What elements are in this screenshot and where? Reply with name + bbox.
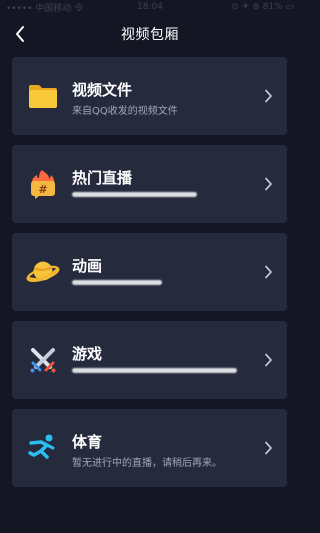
card-hot-live[interactable]: # 热门直播 [12,145,287,223]
card-animation[interactable]: 动画 [12,233,287,311]
back-button[interactable] [8,21,32,47]
card-subtitle: 暂无进行中的直播，请稍后再来。 [72,458,222,469]
folder-icon [26,79,60,113]
svg-text:#: # [38,183,47,196]
card-video-files[interactable]: 视频文件 来自QQ收发的视频文件 [12,57,287,135]
status-carrier: ••••• 中国移动 令 [6,3,84,14]
crossed-swords-icon [26,343,60,377]
chevron-right-icon [261,439,275,457]
redacted-subtitle [72,192,197,197]
status-time: 18:04 [137,2,163,12]
redacted-subtitle [72,368,237,373]
planet-icon [26,255,60,289]
card-games[interactable]: 游戏 [12,321,287,399]
page-title: 视频包厢 [121,27,179,43]
card-title: 体育 [72,433,103,451]
redacted-subtitle [72,280,162,285]
chevron-right-icon [261,175,275,193]
nav-bar: 视频包厢 [0,18,300,50]
card-title: 视频文件 [72,81,133,99]
chevron-right-icon [261,351,275,369]
chevron-right-icon [261,87,275,105]
video-box-screen: ••••• 中国移动 令 18:04 ⊙ ✈ ⊕ 81% ▭ 视频包厢 视频文件… [0,0,300,533]
card-sports[interactable]: 体育 暂无进行中的直播，请稍后再来。 [12,409,287,487]
chevron-left-icon [16,26,24,42]
card-title: 游戏 [72,345,103,363]
chevron-right-icon [261,263,275,281]
card-title: 动画 [72,257,103,275]
runner-icon [26,431,60,465]
hot-live-icon: # [26,167,60,201]
status-indicators: ⊙ ✈ ⊕ 81% ▭ [231,2,294,12]
card-title: 热门直播 [72,169,133,187]
card-subtitle: 来自QQ收发的视频文件 [72,106,178,117]
status-bar: ••••• 中国移动 令 18:04 ⊙ ✈ ⊕ 81% ▭ [0,0,300,14]
